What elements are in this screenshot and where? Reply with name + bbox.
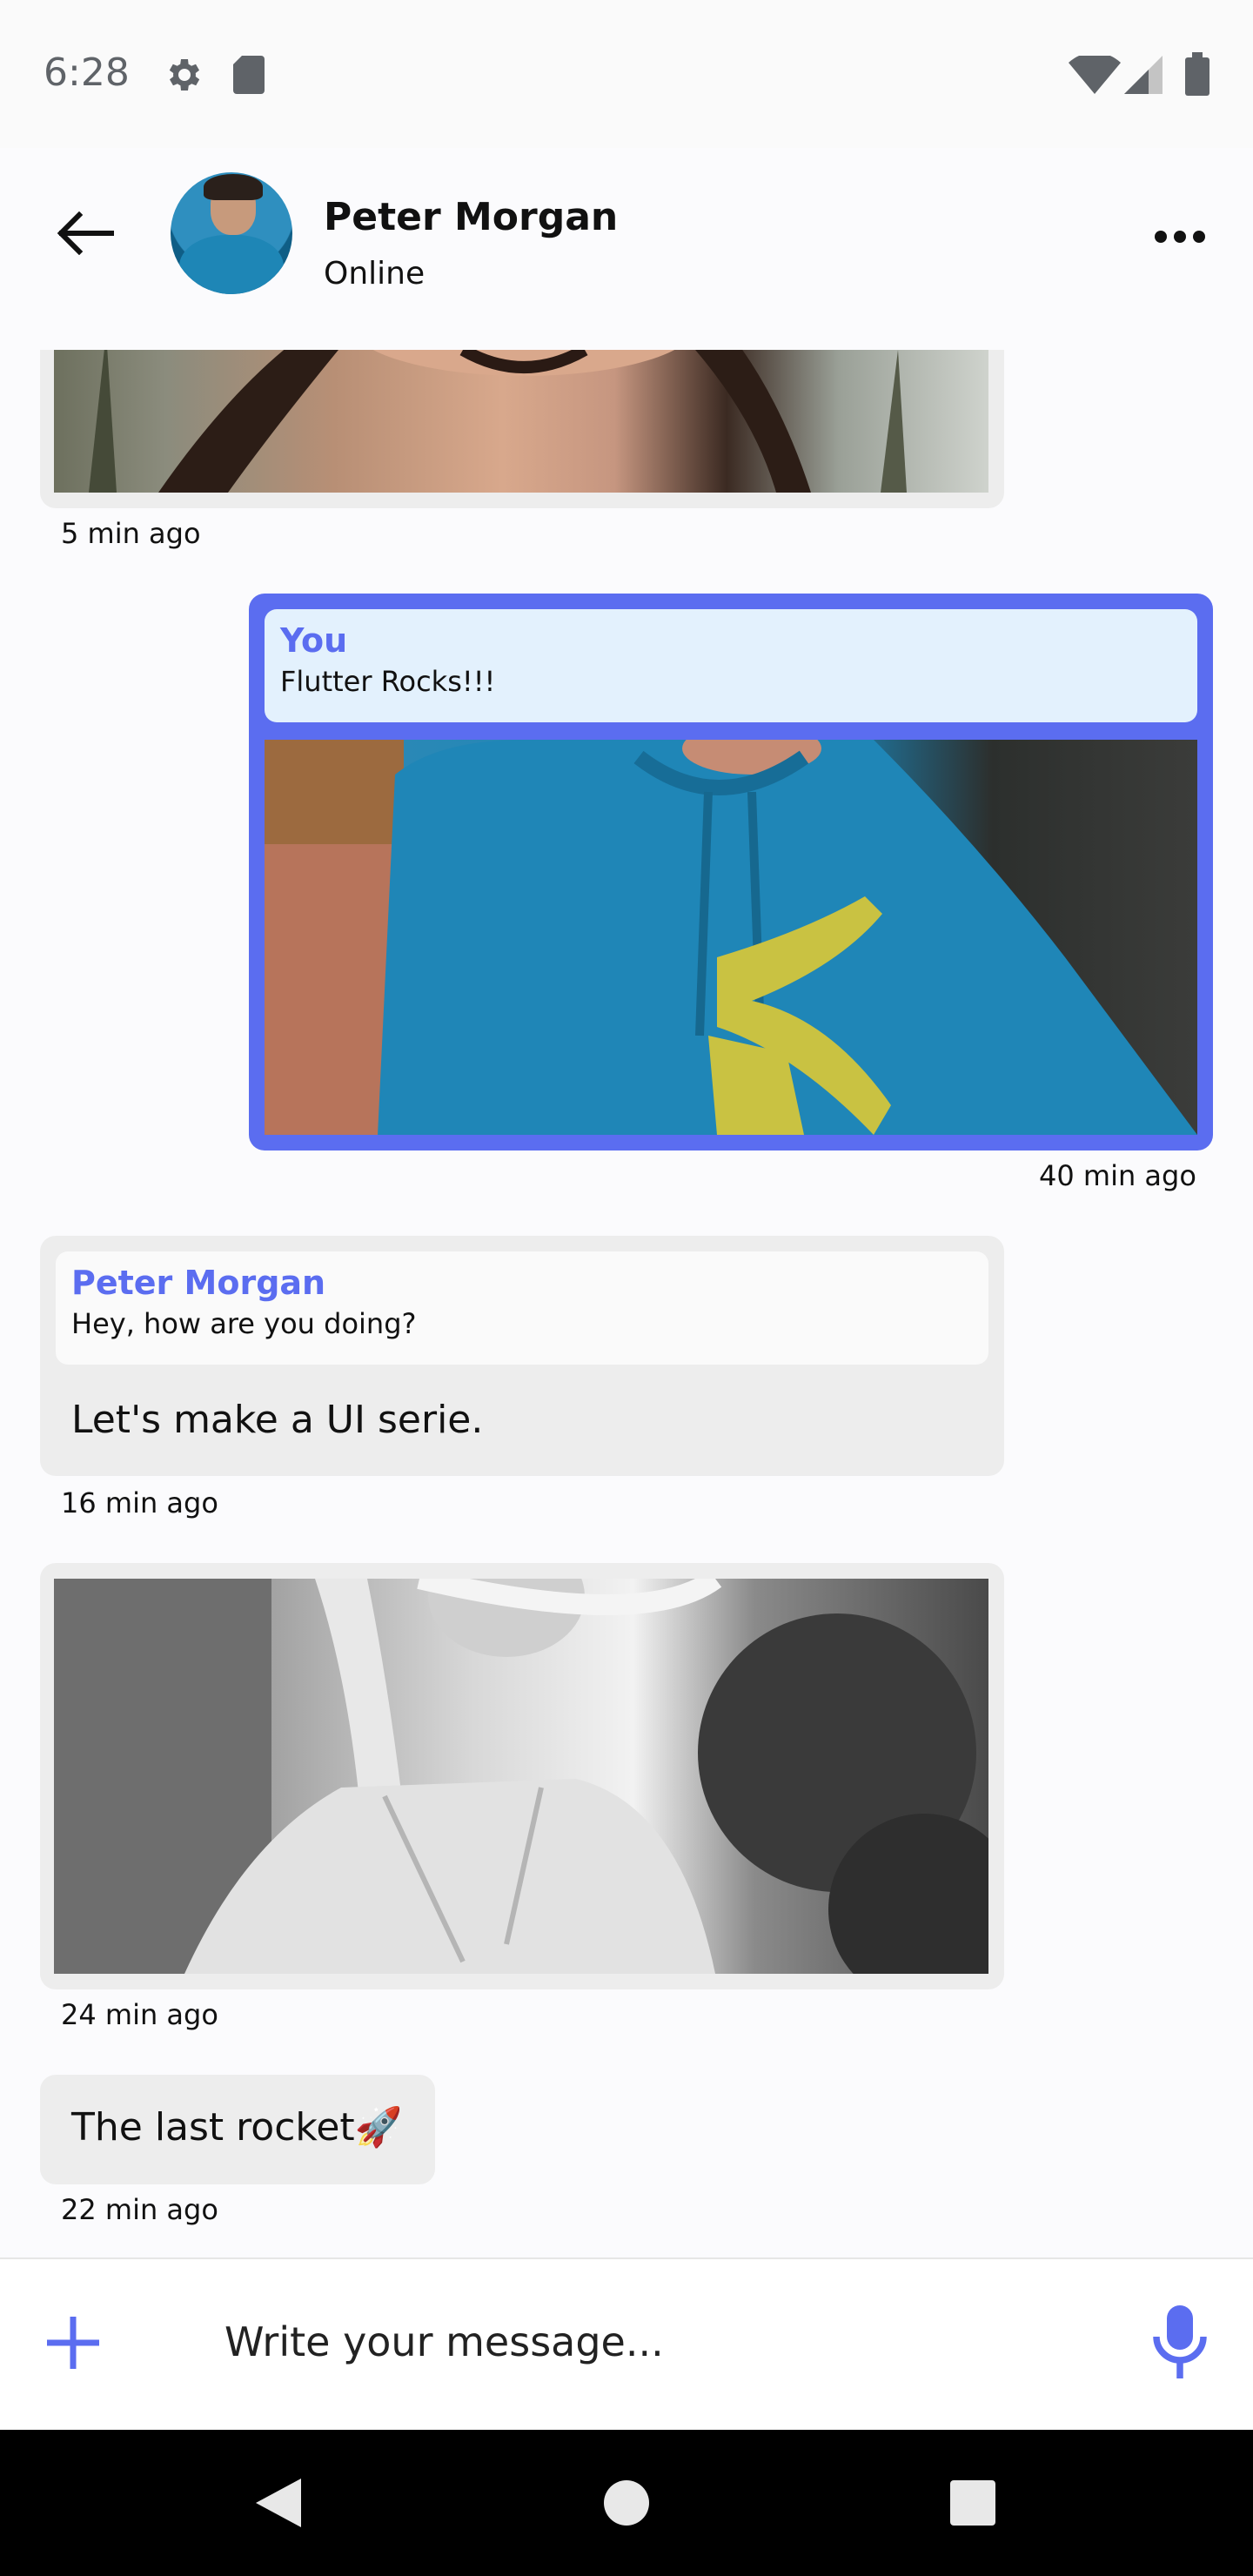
back-arrow-icon <box>57 211 114 255</box>
message-bubble-image[interactable] <box>40 350 1004 508</box>
image-shape <box>89 350 907 493</box>
nav-recents-icon[interactable] <box>950 2480 995 2526</box>
status-time: 6:28 <box>44 50 130 95</box>
message-image[interactable] <box>54 350 988 493</box>
system-navigation-bar <box>0 2430 1253 2576</box>
nav-back-icon[interactable] <box>252 2475 305 2531</box>
avatar-hair-shape <box>204 174 263 200</box>
message-composer <box>0 2257 1253 2430</box>
reply-text: Hey, how are you doing? <box>71 1307 417 1340</box>
reply-quote[interactable]: Peter Morgan Hey, how are you doing? <box>56 1251 988 1365</box>
more-dot <box>1174 231 1186 243</box>
reply-author: Peter Morgan <box>71 1264 326 1302</box>
chat-header: Peter Morgan Online <box>0 148 1253 350</box>
more-dot <box>1193 231 1205 243</box>
message-timestamp: 22 min ago <box>61 2193 218 2226</box>
contact-name[interactable]: Peter Morgan <box>324 195 618 239</box>
cell-signal-icon <box>1124 56 1163 94</box>
message-timestamp: 24 min ago <box>61 1998 218 2031</box>
message-timestamp: 16 min ago <box>61 1486 218 1519</box>
message-bubble-sent-image[interactable]: You Flutter Rocks!!! <box>249 594 1213 1150</box>
message-text: Let's make a UI serie. <box>71 1398 484 1442</box>
message-bubble-image[interactable] <box>40 1563 1004 1989</box>
contact-status: Online <box>324 256 425 292</box>
avatar[interactable] <box>171 172 292 294</box>
message-timestamp: 5 min ago <box>61 517 201 550</box>
more-dot <box>1155 231 1167 243</box>
plus-icon[interactable] <box>44 2313 103 2372</box>
reply-quote[interactable]: You Flutter Rocks!!! <box>265 609 1197 722</box>
reply-text: Flutter Rocks!!! <box>280 665 496 698</box>
back-button[interactable] <box>52 200 118 266</box>
message-image[interactable] <box>265 740 1197 1135</box>
message-list[interactable]: 5 min ago You Flutter Rocks!!! 40 min ag… <box>0 350 1253 2257</box>
reply-author: You <box>280 621 348 660</box>
message-timestamp: 40 min ago <box>1039 1159 1196 1192</box>
gear-icon <box>169 59 200 91</box>
message-input[interactable] <box>224 2294 1095 2390</box>
microphone-icon[interactable] <box>1149 2303 1211 2381</box>
status-bar: 6:28 <box>0 0 1253 148</box>
more-button[interactable] <box>1149 218 1211 256</box>
image-shape <box>265 740 1197 1135</box>
battery-icon <box>1185 52 1209 96</box>
message-bubble-text[interactable]: The last rocket🚀 <box>40 2075 435 2184</box>
wifi-icon <box>1069 56 1121 94</box>
image-shape <box>54 1579 988 1974</box>
message-bubble-text[interactable]: Peter Morgan Hey, how are you doing? Let… <box>40 1236 1004 1476</box>
sd-card-icon <box>233 56 265 94</box>
nav-home-icon[interactable] <box>604 2480 649 2526</box>
avatar-body-shape <box>179 235 284 294</box>
message-image[interactable] <box>54 1579 988 1974</box>
message-text: The last rocket🚀 <box>71 2105 403 2150</box>
